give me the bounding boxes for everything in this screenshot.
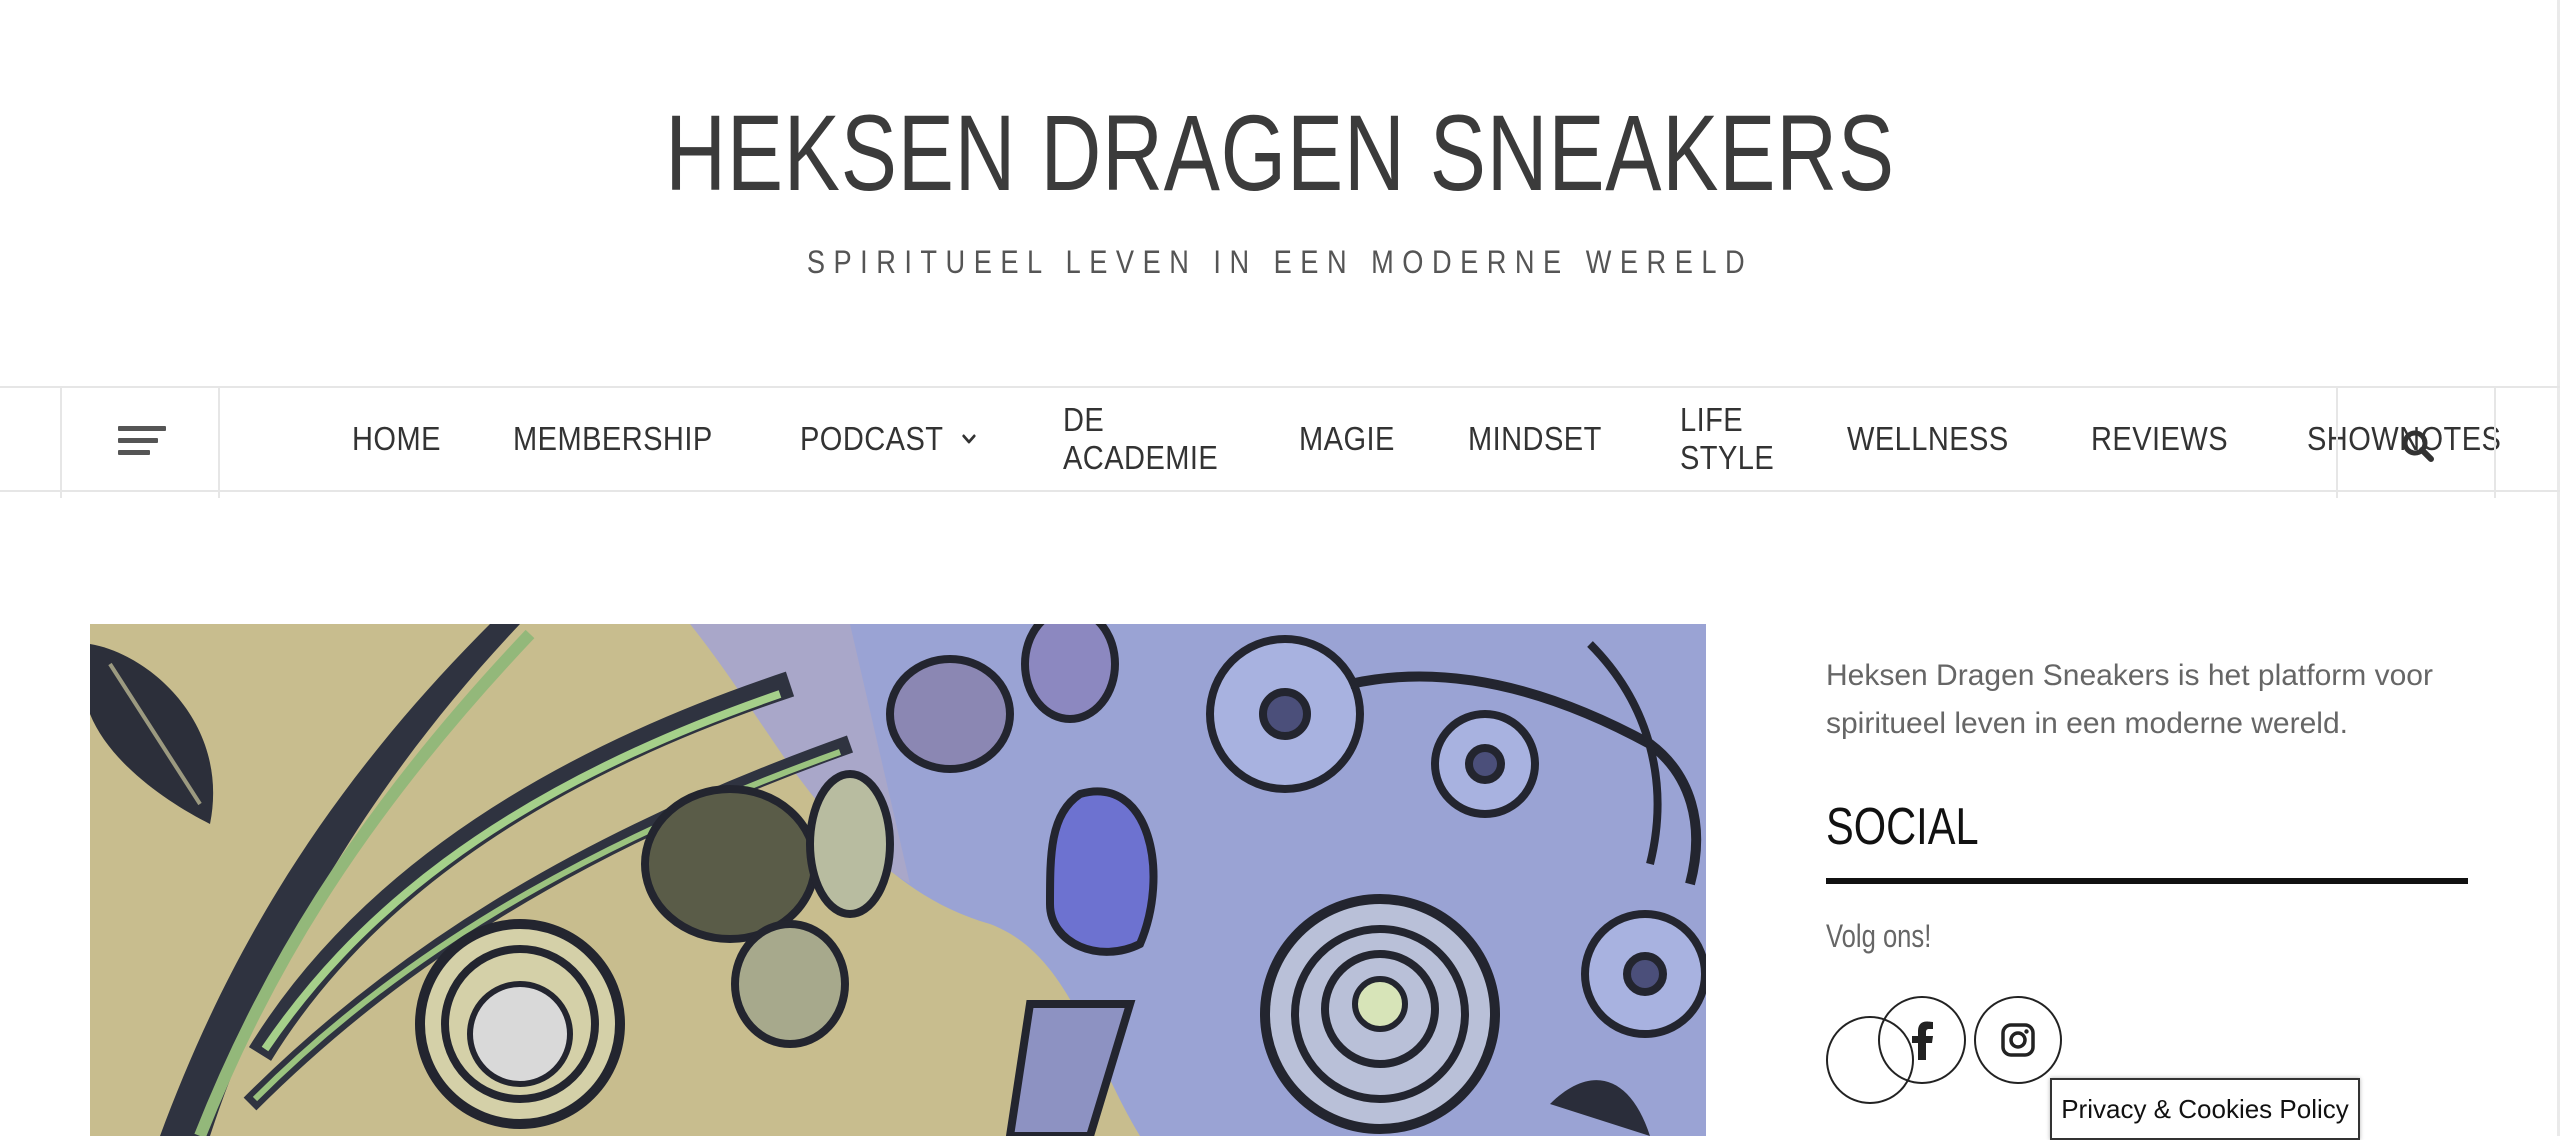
search-icon <box>2402 430 2434 462</box>
botanical-painting <box>90 624 1706 1136</box>
chevron-down-icon <box>962 434 976 444</box>
menu-bar <box>118 438 158 443</box>
nav-menu: HOME MEMBERSHIP PODCAST DE ACADEMIE MAGI… <box>352 388 2560 490</box>
nav-item-mindset[interactable]: MINDSET <box>1468 420 1602 458</box>
instagram-button[interactable] <box>1974 996 2062 1084</box>
instagram-icon <box>2001 1023 2035 1057</box>
site-header: HEKSEN DRAGEN SNEAKERS SPIRITUEEL LEVEN … <box>0 0 2560 386</box>
nav-item-life-style[interactable]: LIFE STYLE <box>1680 401 1774 477</box>
nav-item-podcast[interactable]: PODCAST <box>800 420 979 458</box>
follow-text: Volg ons! <box>1826 918 1932 954</box>
site-tagline: SPIRITUEEL LEVEN IN EEN MODERNE WERELD <box>806 244 1754 280</box>
nav-item-wellness[interactable]: WELLNESS <box>1847 420 2009 458</box>
privacy-cookies-button[interactable]: Privacy & Cookies Policy <box>2050 1078 2360 1140</box>
site-title[interactable]: HEKSEN DRAGEN SNEAKERS <box>282 88 2279 218</box>
nav-item-home[interactable]: HOME <box>352 420 441 458</box>
main-navigation: HOME MEMBERSHIP PODCAST DE ACADEMIE MAGI… <box>0 386 2560 498</box>
divider <box>1826 878 2468 884</box>
nav-item-magie[interactable]: MAGIE <box>1299 420 1395 458</box>
nav-item-podcast-label: PODCAST <box>799 420 944 457</box>
facebook-button[interactable] <box>1878 996 1966 1084</box>
menu-bar <box>118 450 150 455</box>
social-heading: SOCIAL <box>1826 798 1979 856</box>
menu-bar <box>118 426 166 431</box>
facebook-icon <box>1912 1021 1933 1060</box>
search-button[interactable] <box>2336 388 2496 498</box>
nav-item-de-academie[interactable]: DE ACADEMIE <box>1063 401 1218 477</box>
hamburger-menu-icon[interactable] <box>60 388 220 498</box>
nav-item-reviews[interactable]: REVIEWS <box>2091 420 2228 458</box>
about-text: Heksen Dragen Sneakers is het platform v… <box>1826 659 2433 740</box>
nav-item-membership[interactable]: MEMBERSHIP <box>513 420 713 458</box>
featured-image[interactable] <box>90 624 1706 1136</box>
